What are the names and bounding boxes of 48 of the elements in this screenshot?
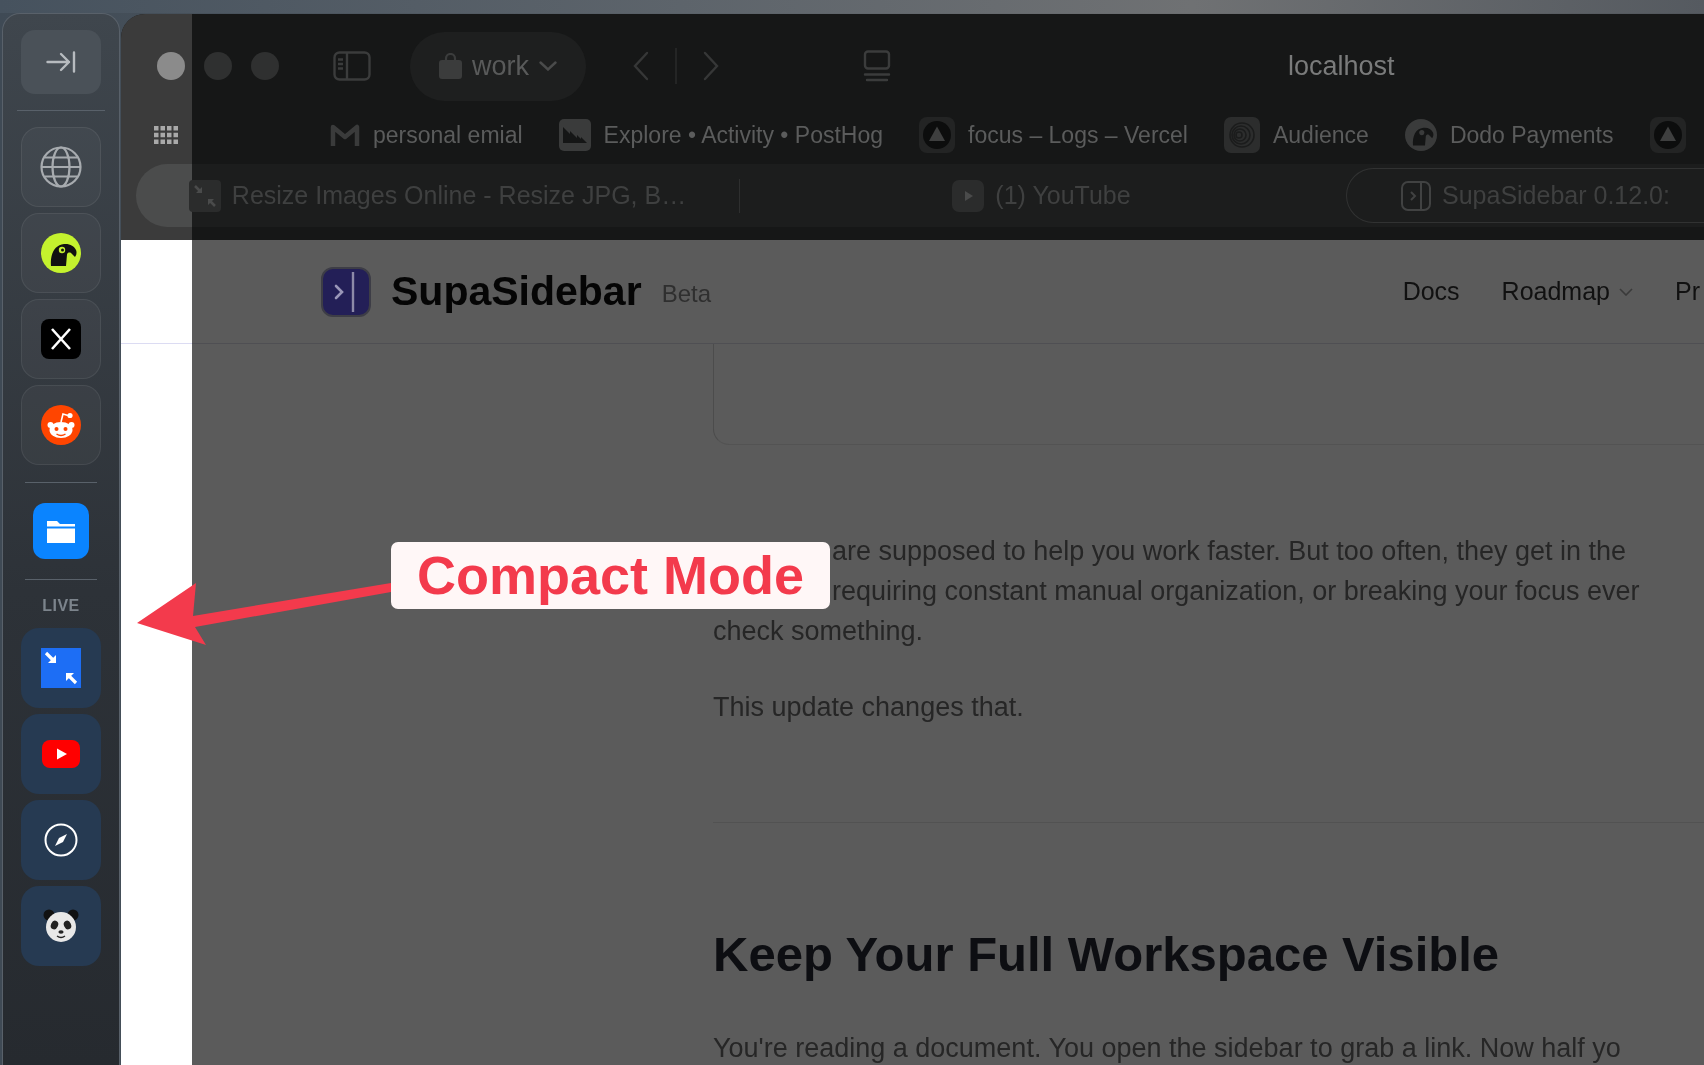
panel-chevron-icon xyxy=(1401,180,1431,211)
section-heading: Keep Your Full Workspace Visible xyxy=(713,926,1500,983)
nav-link[interactable]: Pr xyxy=(1675,277,1700,306)
address-field[interactable]: localhost xyxy=(1288,50,1395,82)
apps-grid-button[interactable] xyxy=(154,126,178,144)
live-tab-button[interactable] xyxy=(21,800,101,880)
panel-chevron-icon xyxy=(321,266,371,317)
compass-icon xyxy=(44,823,78,857)
play-icon xyxy=(952,179,985,212)
dot-grid-icon xyxy=(154,126,178,144)
app-button[interactable] xyxy=(33,503,89,559)
bookmark-link[interactable]: Dodo Payments xyxy=(1404,119,1614,151)
folder-icon xyxy=(33,503,89,559)
bookmark-link[interactable]: focus – Logs – Vercel xyxy=(919,117,1188,153)
bookmark-link[interactable]: personal emial xyxy=(330,121,523,149)
section-label: LIVE xyxy=(42,596,80,616)
close-button[interactable] xyxy=(157,52,185,80)
shrink-arrows-icon xyxy=(188,179,221,212)
sidebar-toggle-button[interactable] xyxy=(333,51,371,81)
arrow-to-bar-icon xyxy=(46,51,76,73)
bird-head-icon xyxy=(1404,119,1437,151)
chevron-down-icon xyxy=(1619,287,1633,296)
live-tab-button[interactable] xyxy=(21,628,101,708)
pinned-site-button[interactable] xyxy=(21,213,101,293)
chevron-down-icon xyxy=(539,61,557,71)
alien-face-icon xyxy=(41,405,81,445)
play-icon xyxy=(42,740,80,768)
chevron-left-icon xyxy=(632,51,649,81)
space-selector-button[interactable]: work xyxy=(410,31,586,101)
bookmark-link[interactable]: Audience xyxy=(1223,117,1369,153)
bag-icon xyxy=(439,53,462,79)
x-mark-icon xyxy=(41,319,81,359)
chevron-right-icon xyxy=(703,51,720,81)
bird-head-icon xyxy=(41,233,81,273)
pinned-site-button[interactable] xyxy=(21,385,101,465)
brand-name: SupaSidebar xyxy=(391,268,642,315)
nav-link[interactable]: Roadmap xyxy=(1501,277,1633,306)
collapse-sidebar-button[interactable] xyxy=(21,30,101,94)
nav-link[interactable]: Docs xyxy=(1402,277,1460,306)
annotation-label: Compact Mode xyxy=(391,542,831,609)
mail-icon xyxy=(330,123,360,147)
globe-icon xyxy=(40,146,82,188)
striped-tile-icon xyxy=(558,119,591,151)
sidebar-panel-icon xyxy=(333,51,371,81)
window-stack-icon xyxy=(862,50,892,82)
bookmark-link[interactable]: Explore • Activity • PostHog xyxy=(558,119,884,151)
live-tab-button[interactable] xyxy=(21,886,101,966)
shrink-arrows-icon xyxy=(41,648,81,688)
